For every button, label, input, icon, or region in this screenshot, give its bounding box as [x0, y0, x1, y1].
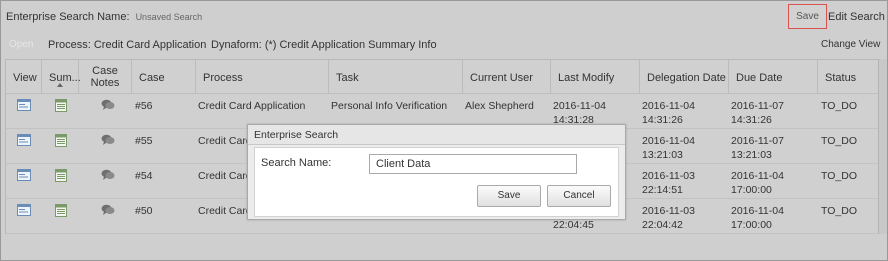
status-value: TO_DO: [821, 205, 857, 217]
dialog-body: Search Name: Save Cancel: [254, 147, 619, 217]
view-case-icon[interactable]: [17, 134, 31, 146]
sort-ascending-icon: [57, 83, 63, 87]
delegation-date: 2016-11-03 22:14:51: [642, 169, 695, 197]
view-case-icon[interactable]: [17, 99, 31, 111]
process-name: Credit Card: [198, 205, 252, 217]
search-name-label: Enterprise Search Name:: [6, 11, 130, 23]
summary-icon[interactable]: [55, 204, 67, 217]
process-label: Process:: [48, 39, 91, 51]
delegation-date: 2016-11-03 22:04:42: [642, 204, 695, 232]
enterprise-search-dialog: Enterprise Search Search Name: Save Canc…: [247, 124, 626, 220]
column-header-delegation-date[interactable]: Delegation Date: [640, 60, 729, 93]
due-date-day: 2016-11-07: [731, 135, 784, 147]
due-date-day: 2016-11-07: [731, 100, 784, 112]
delegation-date-day: 2016-11-04: [642, 100, 695, 112]
column-header-process[interactable]: Process: [196, 60, 329, 93]
current-user: Alex Shepherd: [465, 100, 534, 112]
column-header-current-user[interactable]: Current User: [463, 60, 551, 93]
dynaform-info: Dynaform: (*) Credit Application Summary…: [211, 39, 437, 51]
process-value: Credit Card Application: [93, 39, 207, 51]
status-value: TO_DO: [821, 170, 857, 182]
task-name: Personal Info Verification: [331, 100, 448, 112]
due-date-time: 17:00:00: [731, 184, 772, 196]
last-modify: 2016-11-04 14:31:28: [553, 99, 606, 127]
column-header-due-date[interactable]: Due Date: [729, 60, 818, 93]
case-number[interactable]: #54: [135, 169, 153, 183]
summary-icon[interactable]: [55, 169, 67, 182]
case-list-panel: Enterprise Search Name: Unsaved Search S…: [0, 0, 888, 261]
view-case-icon[interactable]: [17, 204, 31, 216]
case-notes-icon[interactable]: [101, 204, 115, 216]
due-date: 2016-11-07 14:31:26: [731, 99, 784, 127]
case-notes-icon[interactable]: [101, 134, 115, 146]
due-date-time: 17:00:00: [731, 219, 772, 231]
summary-icon[interactable]: [55, 134, 67, 147]
search-name-value: Unsaved Search: [135, 12, 203, 22]
dialog-save-button[interactable]: Save: [477, 185, 541, 207]
status-value: TO_DO: [821, 100, 857, 112]
due-date-time: 14:31:26: [731, 114, 772, 126]
last-modify-date: 2016-11-04: [553, 100, 606, 112]
due-date: 2016-11-04 17:00:00: [731, 204, 784, 232]
column-header-last-modify[interactable]: Last Modify: [551, 60, 640, 93]
case-notes-icon[interactable]: [101, 169, 115, 181]
change-view-button[interactable]: Change View: [821, 39, 880, 50]
delegation-date-time: 22:04:42: [642, 219, 683, 231]
search-name-input[interactable]: [369, 154, 577, 174]
top-toolbar: Enterprise Search Name: Unsaved Search S…: [1, 1, 887, 33]
delegation-date-time: 13:21:03: [642, 149, 683, 161]
column-header-case[interactable]: Case: [132, 60, 196, 93]
case-number[interactable]: #56: [135, 99, 153, 113]
vertical-scrollbar[interactable]: [878, 59, 887, 234]
edit-search-button[interactable]: Edit Search: [828, 11, 885, 23]
column-header-summary[interactable]: Sum...: [42, 60, 81, 93]
dynaform-value: (*) Credit Application Summary Info: [264, 39, 437, 51]
status-value: TO_DO: [821, 135, 857, 147]
open-button[interactable]: Open: [9, 39, 33, 50]
delegation-date-time: 22:14:51: [642, 184, 683, 196]
page-title: Enterprise Search Name: Unsaved Search: [6, 11, 202, 23]
column-header-status[interactable]: Status: [818, 60, 880, 93]
due-date: 2016-11-04 17:00:00: [731, 169, 784, 197]
delegation-date-day: 2016-11-04: [642, 135, 695, 147]
due-date-day: 2016-11-04: [731, 205, 784, 217]
delegation-date: 2016-11-04 14:31:26: [642, 99, 695, 127]
process-name: Credit Card: [198, 170, 252, 182]
column-header-case-notes[interactable]: Case Notes: [79, 60, 132, 93]
delegation-date: 2016-11-04 13:21:03: [642, 134, 695, 162]
case-number[interactable]: #50: [135, 204, 153, 218]
delegation-date-day: 2016-11-03: [642, 170, 695, 182]
due-date-time: 13:21:03: [731, 149, 772, 161]
case-number[interactable]: #55: [135, 134, 153, 148]
process-info: Process: Credit Card Application: [48, 39, 206, 51]
last-modify-time: 22:04:45: [553, 219, 594, 231]
dialog-title[interactable]: Enterprise Search: [248, 125, 625, 145]
delegation-date-day: 2016-11-03: [642, 205, 695, 217]
column-header-view[interactable]: View: [6, 60, 42, 93]
column-header-task[interactable]: Task: [329, 60, 463, 93]
due-date: 2016-11-07 13:21:03: [731, 134, 784, 162]
delegation-date-time: 14:31:26: [642, 114, 683, 126]
case-notes-icon[interactable]: [101, 99, 115, 111]
info-bar: Open Process: Credit Card Application Dy…: [1, 34, 887, 56]
summary-icon[interactable]: [55, 99, 67, 112]
search-name-field-label: Search Name:: [261, 157, 332, 169]
dialog-cancel-button[interactable]: Cancel: [547, 185, 611, 207]
column-header-summary-label: Sum...: [49, 72, 81, 84]
save-search-button[interactable]: Save: [788, 4, 827, 29]
due-date-day: 2016-11-04: [731, 170, 784, 182]
dynaform-label: Dynaform:: [211, 39, 262, 51]
process-name: Credit Card Application: [198, 100, 306, 112]
view-case-icon[interactable]: [17, 169, 31, 181]
